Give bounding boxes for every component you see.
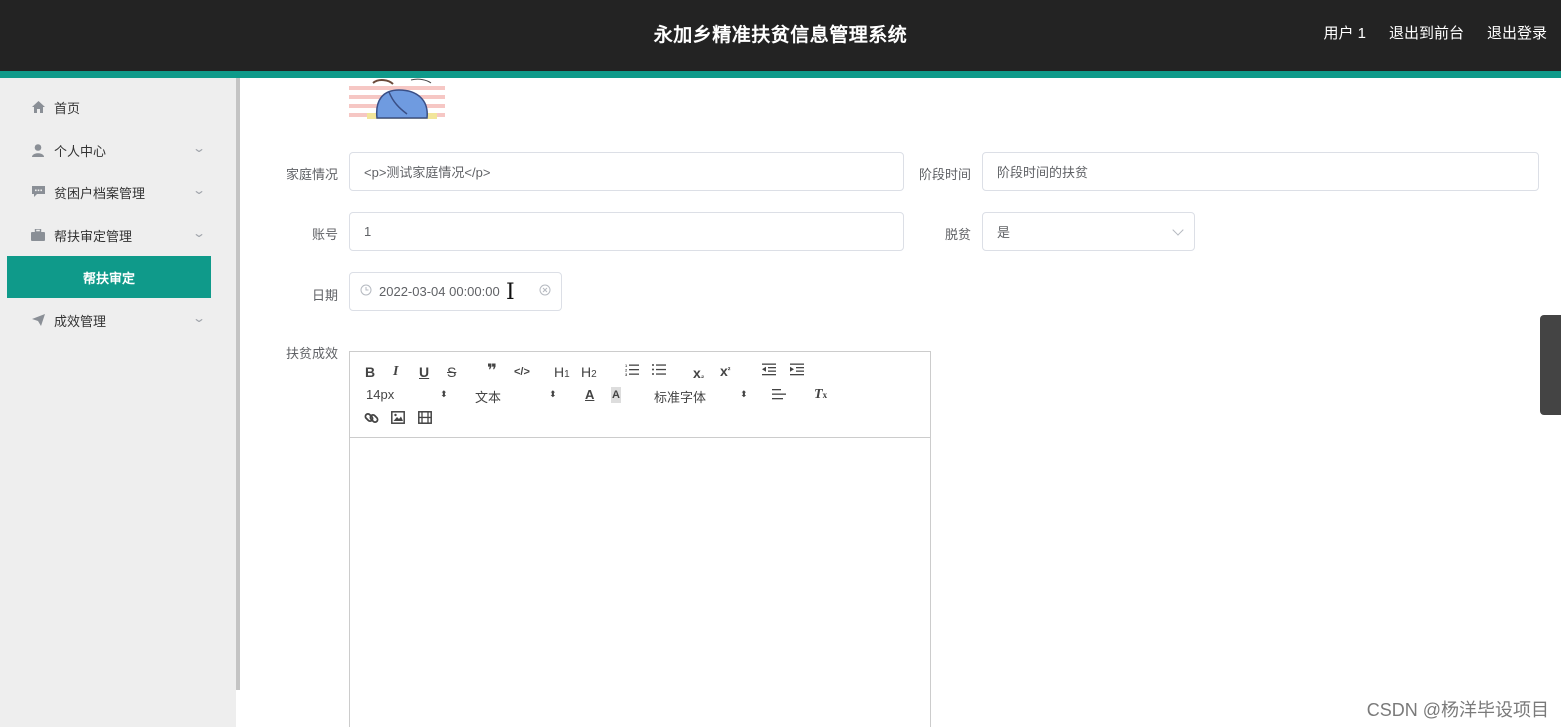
back-to-front-link[interactable]: 退出到前台 xyxy=(1389,22,1464,43)
briefcase-icon xyxy=(30,227,46,243)
strikethrough-icon[interactable]: S xyxy=(447,364,456,380)
clear-icon[interactable] xyxy=(539,284,551,299)
poverty-result-label: 扶贫成效 xyxy=(285,346,338,361)
sidebar-item-home[interactable]: 首页 xyxy=(0,86,216,128)
font-color-icon[interactable]: A xyxy=(585,387,594,403)
superscript-icon[interactable]: x² xyxy=(720,363,730,379)
home-icon xyxy=(30,99,46,115)
ordered-list-icon[interactable]: 123 xyxy=(625,363,639,380)
sidebar-item-label: 成效管理 xyxy=(54,313,107,329)
editor-content-area[interactable] xyxy=(350,439,930,728)
font-size-select[interactable]: 14px ⬍ xyxy=(366,387,448,402)
bold-icon[interactable]: B xyxy=(365,364,375,380)
font-size-value: 14px xyxy=(366,387,395,402)
updown-arrow-icon: ⬍ xyxy=(440,389,448,399)
editor-toolbar: B I U S ❞ </> H1 H2 123 x₂ x² 14px ⬍ 文本 … xyxy=(350,352,930,438)
sidebar-item-label: 首页 xyxy=(54,100,81,116)
text-style-select[interactable]: 文本 ⬍ xyxy=(475,387,557,406)
heading-1-icon[interactable]: H1 xyxy=(554,364,570,383)
chevron-down-icon xyxy=(1172,224,1184,236)
updown-arrow-icon: ⬍ xyxy=(740,389,748,399)
chevron-down-icon: ⌄ xyxy=(191,226,207,240)
heading-2-icon[interactable]: H2 xyxy=(581,364,597,383)
sidebar-item-label: 贫困户档案管理 xyxy=(54,185,146,201)
code-block-icon[interactable]: </> xyxy=(514,364,530,380)
font-family-select[interactable]: 标准字体 ⬍ xyxy=(654,387,748,406)
subscript-icon[interactable]: x₂ xyxy=(693,365,704,384)
text-style-value: 文本 xyxy=(475,390,502,405)
poverty-exit-label: 脱贫 xyxy=(944,227,971,242)
chevron-down-icon: ⌄ xyxy=(191,311,207,325)
user-icon xyxy=(30,142,46,158)
top-header: 永加乡精准扶贫信息管理系统 用户 1 退出到前台 退出登录 xyxy=(0,0,1561,71)
stage-time-input[interactable]: 阶段时间的扶贫 xyxy=(982,152,1539,191)
poverty-exit-value: 是 xyxy=(997,225,1011,240)
outdent-icon[interactable] xyxy=(762,363,776,379)
sidebar-item-results[interactable]: 成效管理 ⌄ xyxy=(0,299,216,341)
sidebar-scrollbar[interactable] xyxy=(236,78,240,690)
date-value: 2022-03-04 00:00:00 xyxy=(379,284,500,299)
sidebar-item-assistance-review[interactable]: 帮扶审定管理 ⌄ xyxy=(0,214,216,256)
sidebar-item-poor-household-archive[interactable]: 贫困户档案管理 ⌄ xyxy=(0,171,216,213)
image-icon[interactable] xyxy=(391,411,405,427)
clock-icon xyxy=(360,284,372,299)
floating-side-handle[interactable] xyxy=(1540,315,1561,415)
poverty-exit-select[interactable]: 是 xyxy=(982,212,1195,251)
stage-time-label: 阶段时间 xyxy=(918,167,971,182)
sidebar-item-label: 帮扶审定管理 xyxy=(54,228,133,244)
account-input[interactable]: 1 xyxy=(349,212,904,251)
logout-link[interactable]: 退出登录 xyxy=(1487,22,1547,43)
user-name-link[interactable]: 用户 1 xyxy=(1323,22,1366,43)
updown-arrow-icon: ⬍ xyxy=(549,389,557,399)
chat-icon xyxy=(30,184,46,200)
sidebar-item-label: 个人中心 xyxy=(54,143,107,159)
header-accent-line xyxy=(0,71,1561,78)
text-cursor-icon: I xyxy=(506,280,515,305)
family-situation-input[interactable]: <p>测试家庭情况</p> xyxy=(349,152,904,191)
background-color-icon[interactable]: A xyxy=(611,387,621,403)
font-family-value: 标准字体 xyxy=(654,390,707,405)
sidebar-subitem-assistance-approval[interactable]: 帮扶审定 xyxy=(7,256,211,298)
stage-time-placeholder: 阶段时间的扶贫 xyxy=(997,165,1089,180)
account-label: 账号 xyxy=(311,227,338,242)
chevron-down-icon: ⌄ xyxy=(191,141,207,155)
bullet-list-icon[interactable] xyxy=(652,363,666,379)
blockquote-icon[interactable]: ❞ xyxy=(487,362,497,379)
send-icon xyxy=(30,312,46,328)
account-value: 1 xyxy=(364,224,372,239)
sidebar-item-profile[interactable]: 个人中心 ⌄ xyxy=(0,129,216,171)
indent-icon[interactable] xyxy=(790,363,804,379)
family-situation-label: 家庭情况 xyxy=(285,167,338,182)
family-situation-value: <p>测试家庭情况</p> xyxy=(364,165,491,180)
video-icon[interactable] xyxy=(418,411,432,427)
rich-text-editor: B I U S ❞ </> H1 H2 123 x₂ x² 14px ⬍ 文本 … xyxy=(349,351,931,727)
svg-text:3: 3 xyxy=(625,372,628,376)
align-left-icon[interactable] xyxy=(772,388,786,404)
clear-format-icon[interactable]: Tx xyxy=(814,387,827,403)
watermark-text: CSDN @杨洋毕设项目 xyxy=(1366,700,1549,720)
chevron-down-icon: ⌄ xyxy=(191,183,207,197)
link-icon[interactable] xyxy=(364,411,379,428)
date-label: 日期 xyxy=(311,288,338,303)
uploaded-photo-preview[interactable] xyxy=(349,78,445,119)
underline-icon[interactable]: U xyxy=(419,364,429,380)
italic-icon[interactable]: I xyxy=(393,364,398,380)
header-links: 用户 1 退出到前台 退出登录 xyxy=(1323,22,1547,43)
date-picker-input[interactable]: 2022-03-04 00:00:00 xyxy=(349,272,562,311)
